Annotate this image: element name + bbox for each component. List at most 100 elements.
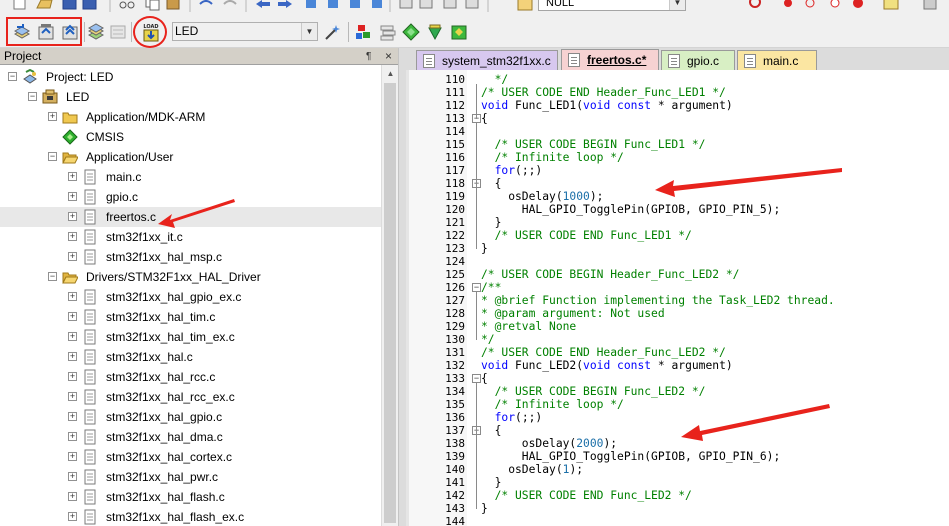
pack-installer-button[interactable] xyxy=(401,22,421,42)
expand-icon[interactable]: + xyxy=(68,372,77,381)
expand-icon[interactable]: + xyxy=(68,212,77,221)
code-line[interactable]: } xyxy=(481,502,488,515)
chevron-down-icon[interactable]: ▼ xyxy=(301,23,317,40)
collapse-icon[interactable]: − xyxy=(48,272,57,281)
tree-item[interactable]: + main.c xyxy=(0,167,381,187)
scroll-up-icon[interactable]: ▲ xyxy=(382,65,399,82)
close-icon[interactable]: × xyxy=(385,48,392,64)
expand-icon[interactable]: + xyxy=(68,452,77,461)
tree-item[interactable]: + stm32f1xx_hal_pwr.c xyxy=(0,467,381,487)
file-extensions-button[interactable] xyxy=(378,22,398,42)
tree-item[interactable]: − Application/User xyxy=(0,147,381,167)
tab-freertos-c[interactable]: freertos.c* xyxy=(561,49,659,70)
code-line[interactable]: /* USER CODE BEGIN Func_LED2 */ xyxy=(481,385,706,398)
code-line[interactable]: } xyxy=(481,242,488,255)
code-line[interactable]: /* USER CODE END Func_LED2 */ xyxy=(481,489,692,502)
tree-item[interactable]: − Project: LED xyxy=(0,67,381,87)
code-line[interactable]: osDelay(1000); xyxy=(481,190,603,203)
code-line[interactable]: HAL_GPIO_TogglePin(GPIOB, GPIO_PIN_6); xyxy=(481,450,780,463)
tree-item[interactable]: + stm32f1xx_hal_flash.c xyxy=(0,487,381,507)
code-line[interactable]: } xyxy=(481,216,502,229)
manage-project-button[interactable] xyxy=(354,22,374,42)
tree-item[interactable]: − LED xyxy=(0,87,381,107)
tree-item[interactable]: + stm32f1xx_hal_flash_ex.c xyxy=(0,507,381,526)
stop-build-button[interactable] xyxy=(108,22,128,42)
tree-item[interactable]: + stm32f1xx_hal_msp.c xyxy=(0,247,381,267)
collapse-icon[interactable]: − xyxy=(8,72,17,81)
expand-icon[interactable]: + xyxy=(68,512,77,521)
code-line[interactable]: { xyxy=(481,424,502,437)
code-line[interactable]: /* Infinite loop */ xyxy=(481,151,624,164)
project-scrollbar[interactable]: ▲ xyxy=(381,65,398,526)
code-line[interactable]: { xyxy=(481,372,488,385)
panel-splitter[interactable] xyxy=(398,48,406,526)
collapse-icon[interactable]: − xyxy=(28,92,37,101)
tree-item[interactable]: + stm32f1xx_hal_gpio_ex.c xyxy=(0,287,381,307)
expand-icon[interactable]: + xyxy=(68,252,77,261)
code-line[interactable]: /* USER CODE BEGIN Func_LED1 */ xyxy=(481,138,706,151)
pin-icon[interactable]: ¶ xyxy=(366,49,371,65)
tab-system-stm32f1xx-c[interactable]: system_stm32f1xx.c xyxy=(416,50,558,70)
select-packs-button[interactable] xyxy=(425,22,445,42)
target-select[interactable]: ▼ xyxy=(172,22,318,41)
fold-toggle-icon[interactable]: − xyxy=(472,374,481,383)
tab-gpio-c[interactable]: gpio.c xyxy=(661,50,735,70)
tree-item[interactable]: + gpio.c xyxy=(0,187,381,207)
tree-item[interactable]: + stm32f1xx_hal.c xyxy=(0,347,381,367)
code-line[interactable]: for(;;) xyxy=(481,411,543,424)
code-line[interactable]: * @retval None xyxy=(481,320,576,333)
code-line[interactable]: /* USER CODE END Header_Func_LED2 */ xyxy=(481,346,726,359)
code-line[interactable]: * @brief Function implementing the Task_… xyxy=(481,294,835,307)
code-line[interactable]: /* USER CODE BEGIN Header_Func_LED2 */ xyxy=(481,268,739,281)
runtime-env-button[interactable] xyxy=(449,22,469,42)
code-line[interactable]: void Func_LED2(void const * argument) xyxy=(481,359,733,372)
expand-icon[interactable]: + xyxy=(68,192,77,201)
target-options-button[interactable] xyxy=(322,22,342,42)
rebuild-button[interactable] xyxy=(60,22,80,42)
expand-icon[interactable]: + xyxy=(68,292,77,301)
expand-icon[interactable]: + xyxy=(68,392,77,401)
collapse-icon[interactable]: − xyxy=(48,152,57,161)
load-download-button[interactable]: LOAD xyxy=(140,21,162,43)
tree-item[interactable]: + Application/MDK-ARM xyxy=(0,107,381,127)
scroll-thumb[interactable] xyxy=(384,83,396,523)
tree-item[interactable]: + stm32f1xx_hal_dma.c xyxy=(0,427,381,447)
code-line[interactable]: HAL_GPIO_TogglePin(GPIOB, GPIO_PIN_5); xyxy=(481,203,780,216)
expand-icon[interactable]: + xyxy=(68,172,77,181)
fold-toggle-icon[interactable]: − xyxy=(472,283,481,292)
expand-icon[interactable]: + xyxy=(68,312,77,321)
code-line[interactable]: /** xyxy=(481,281,501,294)
tree-item[interactable]: + stm32f1xx_hal_rcc_ex.c xyxy=(0,387,381,407)
tree-item[interactable]: + freertos.c xyxy=(0,207,381,227)
tab-main-c[interactable]: main.c xyxy=(737,50,817,70)
code-line[interactable]: /* USER CODE END Header_Func_LED1 */ xyxy=(481,86,726,99)
tree-item[interactable]: + stm32f1xx_it.c xyxy=(0,227,381,247)
tree-item[interactable]: + stm32f1xx_hal_cortex.c xyxy=(0,447,381,467)
build-button[interactable] xyxy=(36,22,56,42)
code-line[interactable]: /* USER CODE END Func_LED1 */ xyxy=(481,229,692,242)
find-combo[interactable]: NULL ▼ xyxy=(538,0,686,11)
translate-button[interactable] xyxy=(12,22,32,42)
expand-icon[interactable]: + xyxy=(68,432,77,441)
code-line[interactable]: } xyxy=(481,476,502,489)
expand-icon[interactable]: + xyxy=(68,332,77,341)
code-line[interactable]: */ xyxy=(481,73,509,86)
expand-icon[interactable]: + xyxy=(48,112,57,121)
code-line[interactable]: * @param argument: Not used xyxy=(481,307,665,320)
code-line[interactable]: osDelay(2000); xyxy=(481,437,617,450)
tree-item[interactable]: + stm32f1xx_hal_gpio.c xyxy=(0,407,381,427)
code-line[interactable]: { xyxy=(481,112,488,125)
code-line[interactable]: osDelay(1); xyxy=(481,463,583,476)
expand-icon[interactable]: + xyxy=(68,492,77,501)
expand-icon[interactable]: + xyxy=(68,472,77,481)
tree-item[interactable]: + stm32f1xx_hal_rcc.c xyxy=(0,367,381,387)
tree-item[interactable]: CMSIS xyxy=(0,127,381,147)
chevron-down-icon[interactable]: ▼ xyxy=(669,0,685,10)
code-line[interactable]: for(;;) xyxy=(481,164,543,177)
code-line[interactable]: /* Infinite loop */ xyxy=(481,398,624,411)
code-line[interactable]: void Func_LED1(void const * argument) xyxy=(481,99,733,112)
tree-item[interactable]: + stm32f1xx_hal_tim.c xyxy=(0,307,381,327)
expand-icon[interactable]: + xyxy=(68,232,77,241)
expand-icon[interactable]: + xyxy=(68,352,77,361)
code-line[interactable]: */ xyxy=(481,333,495,346)
